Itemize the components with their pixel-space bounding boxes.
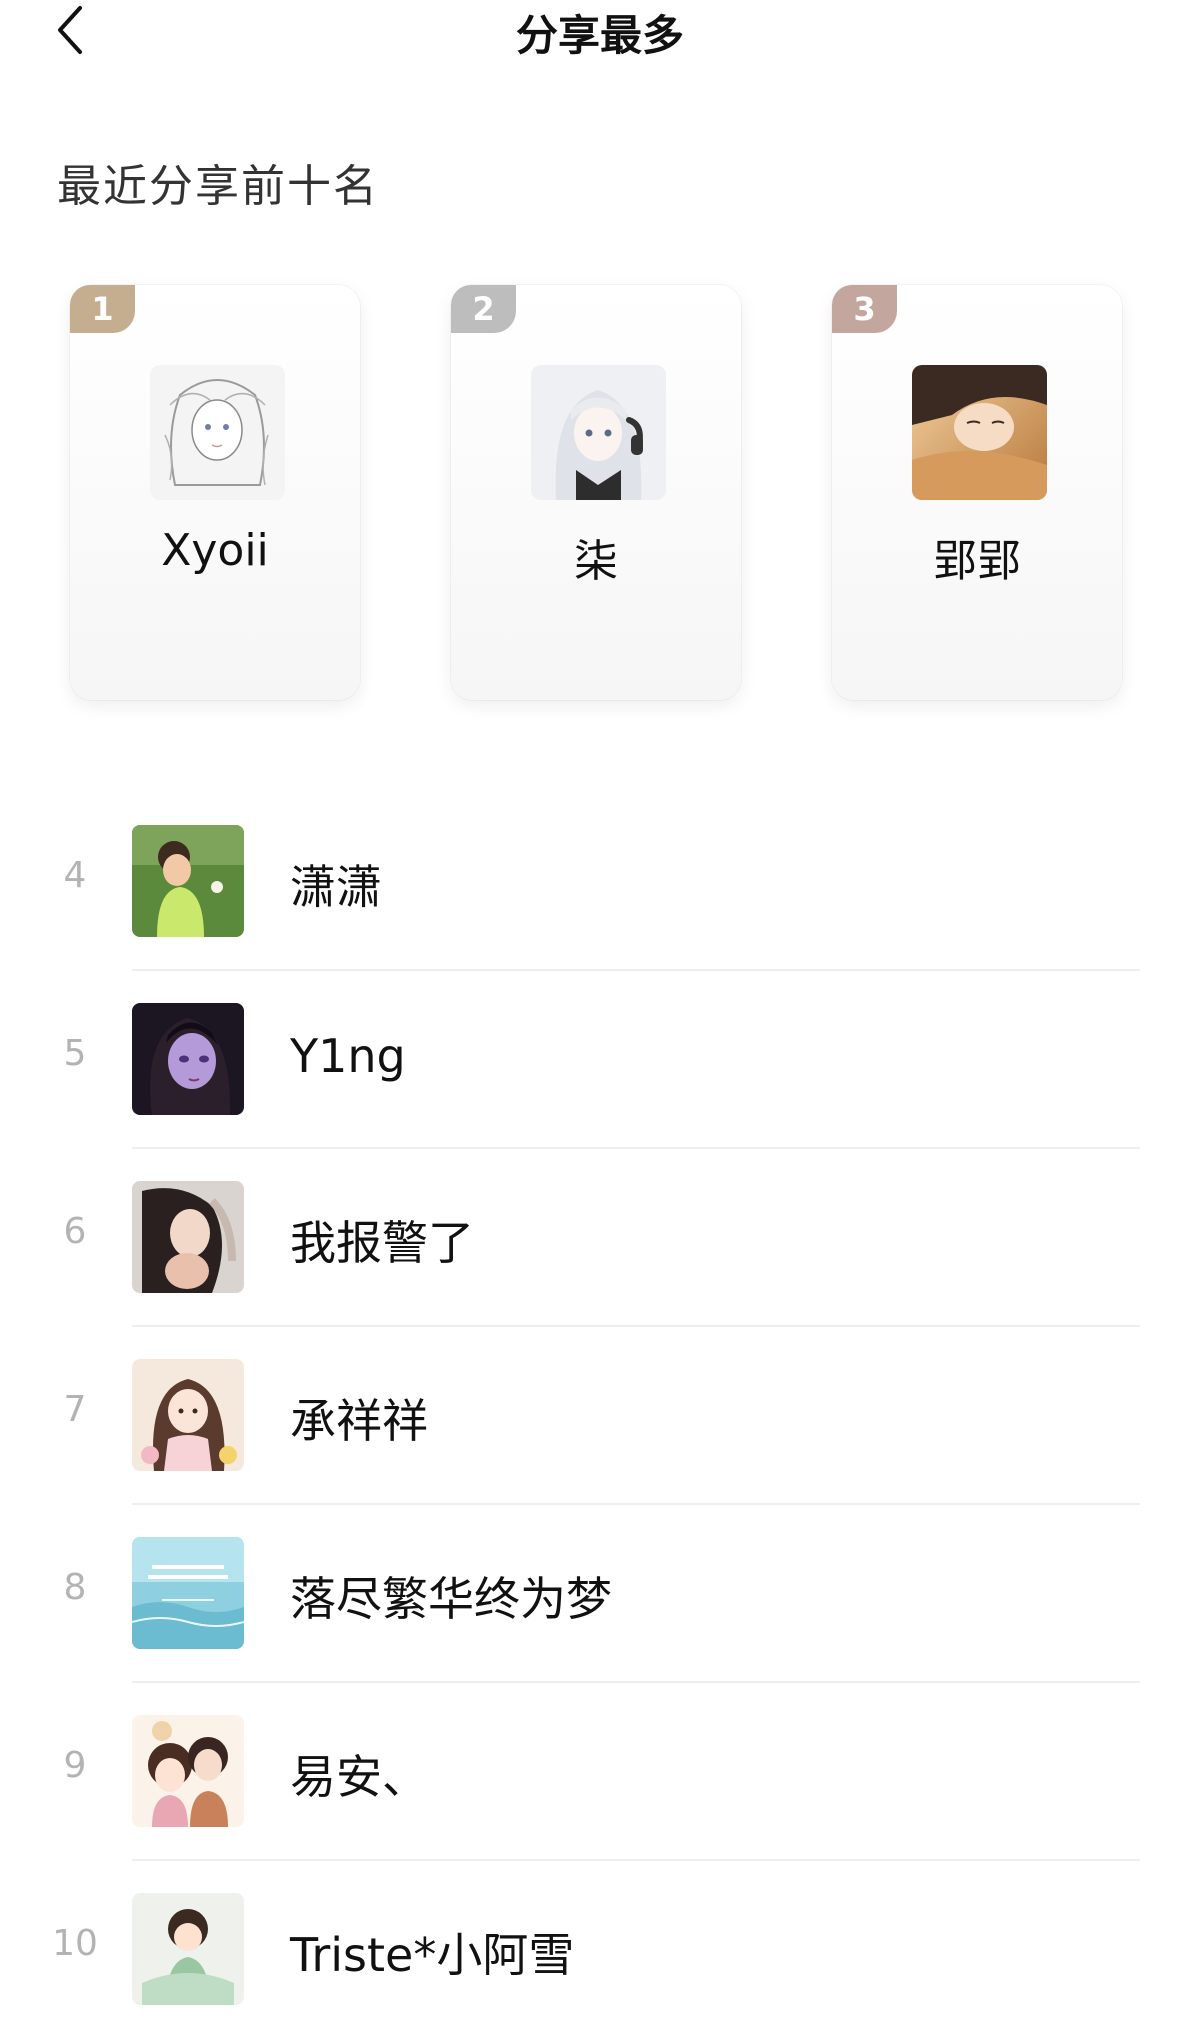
rank-number: 9 xyxy=(63,1745,87,1786)
list-item[interactable]: 7 承祥祥 xyxy=(0,1327,1200,1505)
nav-bar: 分享最多 xyxy=(0,0,1200,70)
podium-card-1[interactable]: 1 Xyoii xyxy=(70,285,360,700)
user-name: Y1ng xyxy=(290,1029,406,1083)
rank-number: 4 xyxy=(63,855,87,896)
rank-badge: 1 xyxy=(70,285,135,333)
user-name: Triste*小阿雪 xyxy=(290,1928,575,1982)
avatar xyxy=(531,365,666,500)
list-item[interactable]: 9 易安、 xyxy=(0,1683,1200,1861)
avatar xyxy=(132,1003,244,1115)
avatar xyxy=(132,1181,244,1293)
user-name: 潇潇 xyxy=(290,860,382,914)
rank-number: 10 xyxy=(52,1923,98,1964)
avatar xyxy=(912,365,1047,500)
podium-name: 郢郢 xyxy=(933,536,1021,587)
list-item[interactable]: 6 我报警了 xyxy=(0,1149,1200,1327)
avatar xyxy=(132,1715,244,1827)
rank-number: 7 xyxy=(63,1389,87,1430)
podium-card-2[interactable]: 2 柒 xyxy=(451,285,741,700)
page-title: 分享最多 xyxy=(515,11,684,60)
avatar xyxy=(132,825,244,937)
podium-card-3[interactable]: 3 郢郢 xyxy=(832,285,1122,700)
podium-name: Xyoii xyxy=(161,525,269,576)
rank-number: 8 xyxy=(63,1567,87,1608)
avatar xyxy=(150,365,285,500)
list-item[interactable]: 8 落尽繁华终为梦 xyxy=(0,1505,1200,1683)
user-name: 承祥祥 xyxy=(290,1394,428,1448)
avatar xyxy=(132,1537,244,1649)
section-title: 最近分享前十名 xyxy=(57,161,379,212)
user-name: 落尽繁华终为梦 xyxy=(290,1572,612,1626)
list-item[interactable]: 10 Triste*小阿雪 xyxy=(0,1861,1200,2039)
avatar xyxy=(132,1359,244,1471)
rank-badge: 3 xyxy=(832,285,897,333)
rank-number: 5 xyxy=(63,1033,87,1074)
rank-number: 6 xyxy=(63,1211,87,1252)
user-name: 我报警了 xyxy=(290,1216,474,1270)
rank-badge: 2 xyxy=(451,285,516,333)
list-item[interactable]: 4 潇潇 xyxy=(0,793,1200,971)
podium-name: 柒 xyxy=(574,536,618,587)
list-item[interactable]: 5 Y1ng xyxy=(0,971,1200,1149)
avatar xyxy=(132,1893,244,2005)
user-name: 易安、 xyxy=(290,1750,428,1804)
